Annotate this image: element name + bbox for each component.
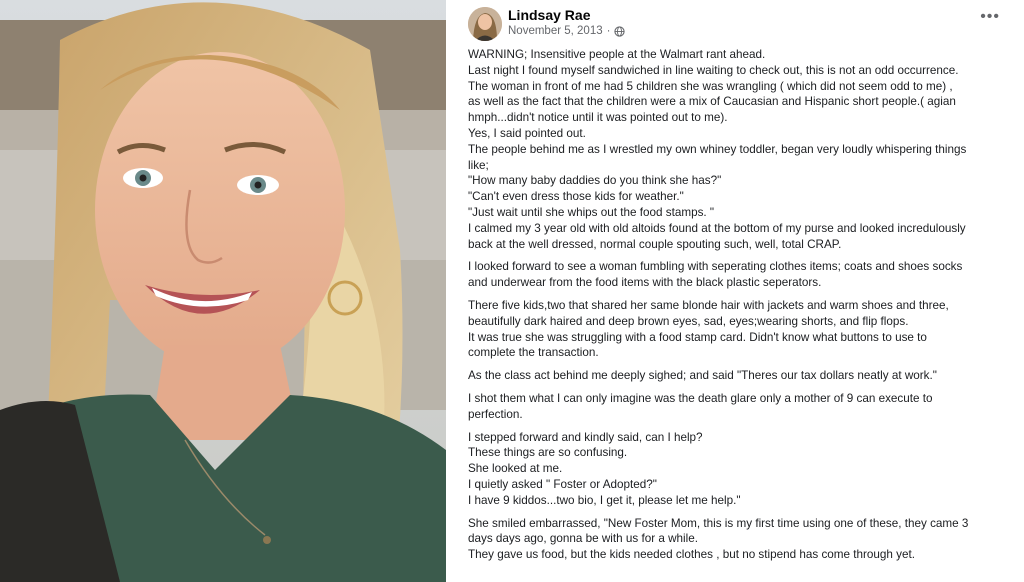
post-line: beautifully dark haired and deep brown e… [468, 314, 909, 328]
post-line: I stepped forward and kindly said, can I… [468, 430, 703, 444]
post-line: back at the well dressed, normal couple … [468, 237, 842, 251]
post-line: and underwear from the food items with t… [468, 276, 822, 290]
post-line: "How many baby daddies do you think she … [468, 174, 722, 188]
post-line: I quietly asked " Foster or Adopted?" [468, 477, 657, 491]
more-options-button[interactable]: ••• [980, 8, 1000, 26]
post-line: She looked at me. [468, 462, 563, 476]
post-line: "Just wait until she whips out the food … [468, 205, 715, 219]
post-line: as well as the fact that the children we… [468, 95, 956, 109]
profile-photo [0, 0, 446, 582]
post-line: She smiled embarrassed, "New Foster Mom,… [468, 516, 969, 530]
post-line: I calmed my 3 year old with old altoids … [468, 221, 966, 235]
globe-icon [614, 25, 626, 37]
post-meta: November 5, 2013 · [508, 25, 626, 37]
author-name[interactable]: Lindsay Rae [508, 7, 590, 23]
post-line: I looked forward to see a woman fumbling… [468, 260, 963, 274]
woman-selfie-image [0, 0, 446, 582]
post-line: The people behind me as I wrestled my ow… [468, 142, 967, 156]
post-line: The woman in front of me had 5 children … [468, 79, 953, 93]
post-line: There five kids,two that shared her same… [468, 298, 949, 312]
post-line: WARNING; Insensitive people at the Walma… [468, 48, 766, 61]
facebook-post: Lindsay Rae November 5, 2013 · ••• WARNI… [446, 0, 1024, 582]
post-line: like; [468, 158, 489, 172]
post-line: perfection. [468, 407, 523, 421]
post-line: These things are so confusing. [468, 446, 628, 460]
post-line: I have 9 kiddos...two bio, I get it, ple… [468, 493, 741, 507]
post-line: They gave us food, but the kids needed c… [468, 548, 916, 562]
post-line: It was true she was struggling with a fo… [468, 330, 927, 344]
post-line: days days ago, gonna be with us for a wh… [468, 532, 698, 546]
post-line: As the class act behind me deeply sighed… [468, 369, 937, 383]
post-date[interactable]: November 5, 2013 [508, 25, 603, 37]
post-line: Last night I found myself sandwiched in … [468, 63, 959, 77]
post-text: WARNING; Insensitive people at the Walma… [468, 47, 1008, 563]
post-line: complete the transaction. [468, 346, 599, 360]
separator-dot: · [606, 25, 611, 37]
author-avatar[interactable] [468, 7, 502, 41]
post-line: "Can't even dress those kids for weather… [468, 190, 684, 204]
post-line: I shot them what I can only imagine was … [468, 391, 933, 405]
post-line: Yes, I said pointed out. [468, 126, 586, 140]
post-line: hmph...didn't notice until it was pointe… [468, 111, 728, 125]
avatar-image [468, 7, 502, 41]
